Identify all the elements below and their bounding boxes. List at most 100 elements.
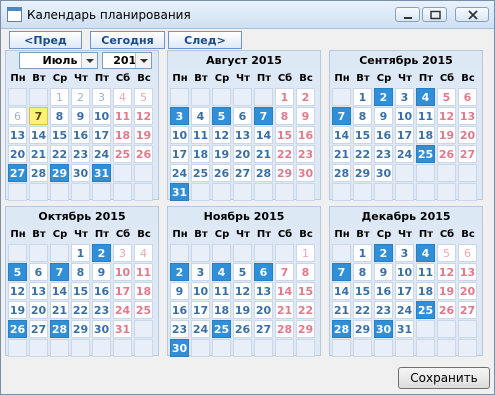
day-cell[interactable]: 11 <box>113 107 132 125</box>
day-cell[interactable]: 15 <box>71 282 90 300</box>
day-cell[interactable]: 18 <box>113 126 132 144</box>
day-cell[interactable]: 2 <box>71 88 90 106</box>
day-cell[interactable]: 30 <box>92 320 111 338</box>
day-cell[interactable]: 22 <box>353 301 372 319</box>
day-cell[interactable]: 17 <box>191 301 210 319</box>
day-cell[interactable]: 8 <box>275 107 294 125</box>
day-cell[interactable]: 13 <box>233 126 252 144</box>
day-cell[interactable]: 4 <box>134 244 153 262</box>
day-cell[interactable]: 18 <box>134 282 153 300</box>
day-cell[interactable]: 19 <box>437 126 456 144</box>
day-cell[interactable]: 14 <box>332 126 351 144</box>
day-cell[interactable]: 22 <box>50 145 69 163</box>
day-cell[interactable]: 16 <box>374 282 393 300</box>
day-cell[interactable]: 10 <box>170 126 189 144</box>
maximize-button[interactable] <box>422 7 447 22</box>
day-cell[interactable]: 8 <box>50 107 69 125</box>
day-cell[interactable]: 11 <box>134 263 153 281</box>
day-cell[interactable]: 6 <box>8 107 27 125</box>
save-button[interactable]: Сохранить <box>398 367 490 389</box>
day-cell[interactable]: 22 <box>353 145 372 163</box>
day-cell[interactable]: 7 <box>275 263 294 281</box>
day-cell[interactable]: 28 <box>254 164 273 182</box>
day-cell[interactable]: 1 <box>353 88 372 106</box>
day-cell[interactable]: 9 <box>71 107 90 125</box>
day-cell[interactable]: 15 <box>50 126 69 144</box>
day-cell[interactable]: 26 <box>437 301 456 319</box>
day-cell[interactable]: 13 <box>458 263 477 281</box>
day-cell[interactable]: 13 <box>254 282 273 300</box>
day-cell[interactable]: 23 <box>170 320 189 338</box>
day-cell[interactable]: 17 <box>92 126 111 144</box>
day-cell[interactable]: 27 <box>254 320 273 338</box>
day-cell[interactable]: 1 <box>353 244 372 262</box>
day-cell[interactable]: 16 <box>170 301 189 319</box>
title-bar[interactable]: Календарь планирования <box>1 1 494 29</box>
day-cell[interactable]: 31 <box>113 320 132 338</box>
day-cell[interactable]: 15 <box>296 282 315 300</box>
chevron-down-icon[interactable] <box>81 53 97 68</box>
day-cell[interactable]: 9 <box>374 107 393 125</box>
day-cell[interactable]: 1 <box>296 244 315 262</box>
next-button[interactable]: След> <box>168 31 242 49</box>
day-cell[interactable]: 13 <box>8 126 27 144</box>
day-cell[interactable]: 12 <box>233 282 252 300</box>
day-cell[interactable]: 29 <box>71 320 90 338</box>
day-cell[interactable]: 27 <box>458 301 477 319</box>
selected-day-cell[interactable]: 4 <box>212 263 231 281</box>
day-cell[interactable]: 11 <box>212 282 231 300</box>
day-cell[interactable]: 23 <box>71 145 90 163</box>
day-cell[interactable]: 21 <box>275 301 294 319</box>
selected-day-cell[interactable]: 7 <box>332 263 351 281</box>
today-day-cell[interactable]: 7 <box>29 107 48 125</box>
day-cell[interactable]: 16 <box>374 126 393 144</box>
selected-day-cell[interactable]: 7 <box>254 107 273 125</box>
selected-day-cell[interactable]: 31 <box>92 164 111 182</box>
selected-day-cell[interactable]: 5 <box>212 107 231 125</box>
day-cell[interactable]: 1 <box>71 244 90 262</box>
today-button[interactable]: Сегодня <box>90 31 165 49</box>
day-cell[interactable]: 12 <box>8 282 27 300</box>
day-cell[interactable]: 19 <box>134 126 153 144</box>
day-cell[interactable]: 11 <box>416 263 435 281</box>
day-cell[interactable]: 23 <box>92 301 111 319</box>
selected-day-cell[interactable]: 30 <box>170 339 189 357</box>
day-cell[interactable]: 6 <box>458 244 477 262</box>
day-cell[interactable]: 26 <box>134 145 153 163</box>
day-cell[interactable]: 3 <box>191 263 210 281</box>
day-cell[interactable]: 24 <box>92 145 111 163</box>
day-cell[interactable]: 16 <box>296 126 315 144</box>
day-cell[interactable]: 23 <box>296 145 315 163</box>
day-cell[interactable]: 17 <box>113 282 132 300</box>
day-cell[interactable]: 20 <box>458 282 477 300</box>
day-cell[interactable]: 5 <box>437 244 456 262</box>
day-cell[interactable]: 21 <box>29 145 48 163</box>
day-cell[interactable]: 20 <box>233 145 252 163</box>
day-cell[interactable]: 25 <box>191 164 210 182</box>
day-cell[interactable]: 3 <box>395 244 414 262</box>
previous-button[interactable]: <Пред <box>9 31 82 49</box>
day-cell[interactable]: 10 <box>395 107 414 125</box>
day-cell[interactable]: 30 <box>71 164 90 182</box>
day-cell[interactable]: 11 <box>416 107 435 125</box>
day-cell[interactable]: 5 <box>437 88 456 106</box>
day-cell[interactable]: 14 <box>332 282 351 300</box>
day-cell[interactable]: 29 <box>296 320 315 338</box>
day-cell[interactable]: 1 <box>50 88 69 106</box>
year-select[interactable]: 2015 <box>102 52 152 69</box>
day-cell[interactable]: 9 <box>170 282 189 300</box>
day-cell[interactable]: 21 <box>254 145 273 163</box>
minimize-button[interactable] <box>395 7 420 22</box>
day-cell[interactable]: 2 <box>296 88 315 106</box>
selected-day-cell[interactable]: 4 <box>416 88 435 106</box>
day-cell[interactable]: 3 <box>113 244 132 262</box>
day-cell[interactable]: 8 <box>353 107 372 125</box>
day-cell[interactable]: 28 <box>332 164 351 182</box>
selected-day-cell[interactable]: 27 <box>8 164 27 182</box>
day-cell[interactable]: 17 <box>170 145 189 163</box>
day-cell[interactable]: 3 <box>92 88 111 106</box>
day-cell[interactable]: 12 <box>134 107 153 125</box>
selected-day-cell[interactable]: 28 <box>50 320 69 338</box>
day-cell[interactable]: 5 <box>233 263 252 281</box>
day-cell[interactable]: 20 <box>254 301 273 319</box>
